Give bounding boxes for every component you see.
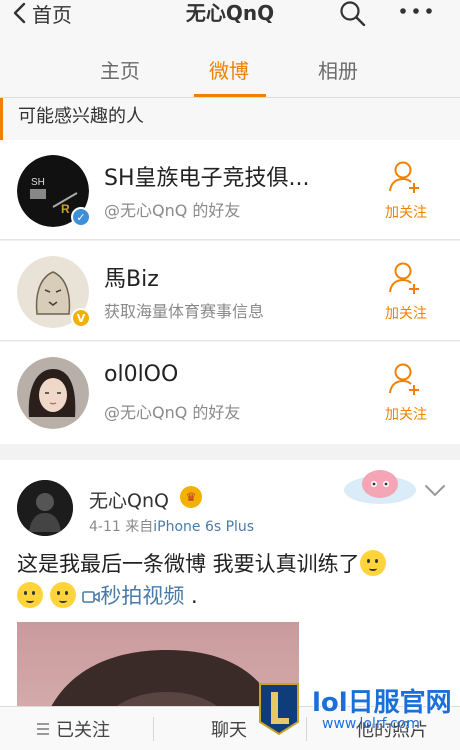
decoration-sticker-icon xyxy=(344,470,416,504)
suggestion-subtitle: @无心QnQ 的好友 xyxy=(104,403,241,422)
post-body: 这是我最后一条微博 我要认真训练了 xyxy=(17,552,360,576)
followed-button[interactable]: 已关注 xyxy=(36,707,110,750)
thinking-emoji-icon xyxy=(49,582,76,608)
follow-button[interactable]: 加关注 xyxy=(378,160,438,224)
watermark-title: lol日服官网 xyxy=(312,688,452,718)
svg-text:R: R xyxy=(61,202,70,216)
post-trailing: . xyxy=(184,584,198,608)
add-user-icon xyxy=(389,363,419,395)
add-user-icon xyxy=(389,161,419,193)
league-logo-icon xyxy=(259,683,299,736)
thinking-emoji-icon xyxy=(359,550,386,576)
profile-tabs: 主页 微博 相册 xyxy=(0,44,460,98)
suggestion-item[interactable]: ol0lOO @无心QnQ 的好友 加关注 xyxy=(0,342,460,444)
video-icon xyxy=(82,591,101,603)
follow-button[interactable]: 加关注 xyxy=(378,362,438,426)
suggestion-name[interactable]: 馬Biz xyxy=(104,261,159,293)
follow-label: 加关注 xyxy=(385,205,427,221)
chevron-down-icon[interactable] xyxy=(424,484,446,498)
tab-weibo[interactable]: 微博 xyxy=(209,56,249,86)
tab-album[interactable]: 相册 xyxy=(318,56,358,86)
page-title: 无心QnQ xyxy=(185,1,275,25)
verified-badge-icon: ✓ xyxy=(71,207,91,227)
divider xyxy=(153,717,154,741)
post-date: 4-11 xyxy=(89,519,121,535)
video-link-label: 秒拍视频 xyxy=(100,584,185,608)
suggestion-name[interactable]: SH皇族电子竞技俱... xyxy=(104,160,310,192)
post-author[interactable]: 无心QnQ xyxy=(89,486,169,513)
more-icon[interactable] xyxy=(396,0,436,26)
suggestion-subtitle: 获取海量体育赛事信息 xyxy=(104,302,265,321)
followed-label: 已关注 xyxy=(56,720,110,741)
site-watermark: lol日服官网 www.lolrf.com xyxy=(256,676,460,736)
profile-page: 首页 无心QnQ 主页 微博 相册 可能感兴趣的人 SH R ✓ SH皇族电子竞技… xyxy=(0,0,460,750)
suggestion-name[interactable]: ol0lOO xyxy=(104,362,178,387)
chat-label: 聊天 xyxy=(211,720,247,741)
search-icon[interactable] xyxy=(338,0,366,26)
chat-button[interactable]: 聊天 xyxy=(211,707,247,750)
tab-home[interactable]: 主页 xyxy=(100,56,140,86)
thinking-emoji-icon xyxy=(17,582,43,608)
svg-text:SH: SH xyxy=(31,177,45,188)
follow-label: 加关注 xyxy=(385,407,427,423)
section-accent-bar xyxy=(0,98,3,140)
watermark-url: www.lolrf.com xyxy=(322,716,420,732)
avatar[interactable] xyxy=(17,480,73,536)
post-meta: 4-11 来自iPhone 6s Plus xyxy=(89,516,254,536)
suggestion-item[interactable]: V 馬Biz 获取海量体育赛事信息 加关注 xyxy=(0,241,460,341)
verified-badge-icon: V xyxy=(71,308,91,328)
suggestion-subtitle: @无心QnQ 的好友 xyxy=(104,201,241,220)
post-text: 这是我最后一条微博 我要认真训练了 秒拍视频 . xyxy=(17,548,447,612)
section-title: 可能感兴趣的人 xyxy=(18,106,144,127)
post-source-prefix: 来自 xyxy=(125,519,154,535)
top-nav-bar: 首页 无心QnQ xyxy=(0,0,460,44)
avatar[interactable] xyxy=(17,357,89,429)
follow-button[interactable]: 加关注 xyxy=(378,261,438,325)
active-tab-indicator xyxy=(194,94,266,97)
suggestion-item[interactable]: SH R ✓ SH皇族电子竞技俱... @无心QnQ 的好友 加关注 xyxy=(0,140,460,240)
add-user-icon xyxy=(389,262,419,294)
section-header: 可能感兴趣的人 xyxy=(0,98,460,140)
menu-lines-icon xyxy=(37,723,49,735)
follow-label: 加关注 xyxy=(385,306,427,322)
video-link[interactable]: 秒拍视频 xyxy=(82,584,184,608)
member-crown-icon: ♛ xyxy=(180,486,202,508)
post-source[interactable]: iPhone 6s Plus xyxy=(153,519,254,535)
